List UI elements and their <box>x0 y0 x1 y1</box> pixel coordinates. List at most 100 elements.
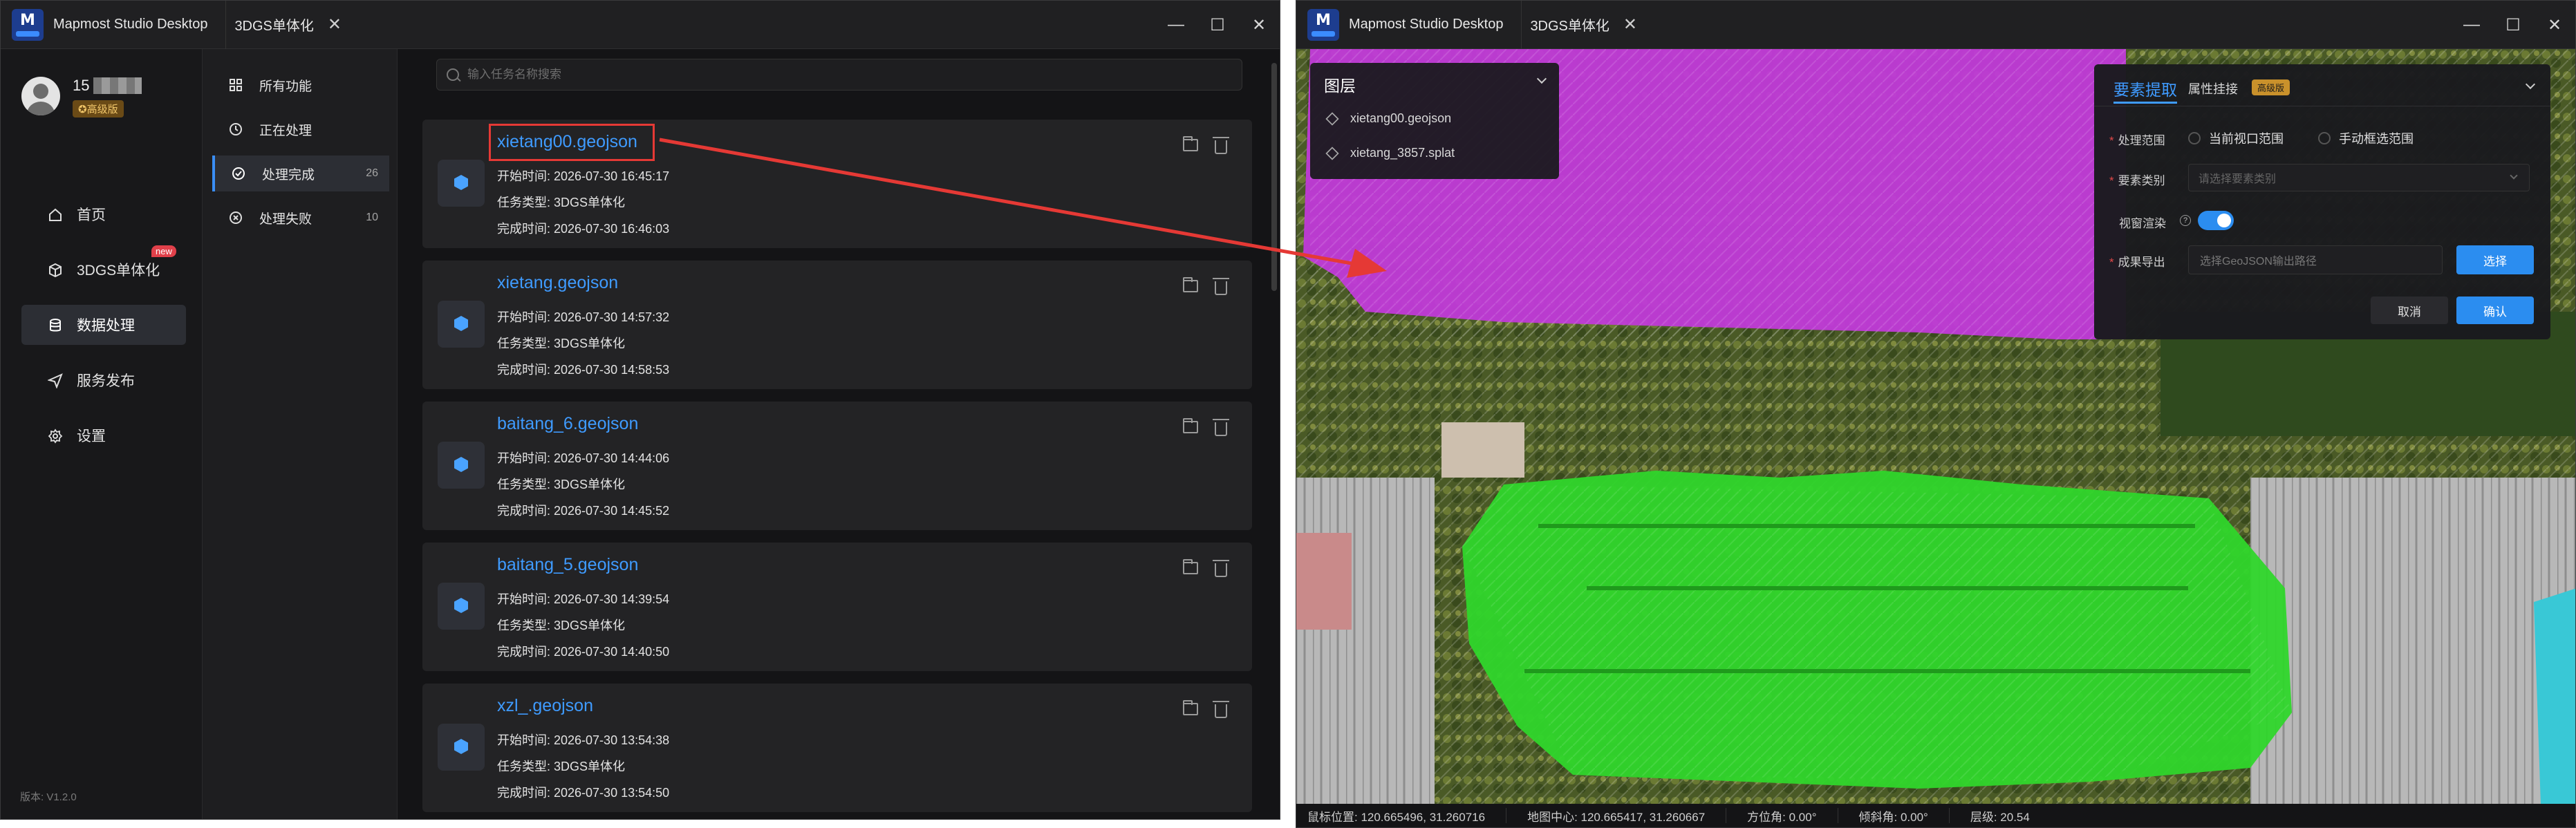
cancel-button[interactable]: 取消 <box>2371 297 2448 324</box>
task-name[interactable]: xietang00.geojson <box>497 132 637 152</box>
task-type: 任务类型: 3DGS单体化 <box>497 337 626 350</box>
layer-cube-icon <box>1325 146 1339 160</box>
sidebar-item-settings[interactable]: 设置 <box>21 415 186 455</box>
x-circle-icon <box>230 211 242 224</box>
tab-close-icon[interactable]: ✕ <box>328 15 342 35</box>
filter-completed[interactable]: 处理完成 26 <box>212 156 389 191</box>
folder-icon[interactable] <box>1183 136 1198 151</box>
redacted-mask <box>93 77 142 94</box>
task-end-time: 完成时间: 2026-07-30 13:54:50 <box>497 786 670 800</box>
map-viewport[interactable]: 图层 xietang00.geojson xietang_3857.splat … <box>1296 49 2575 804</box>
filter-label: 处理完成 <box>262 167 315 182</box>
category-select[interactable]: 请选择要素类别 <box>2188 164 2530 191</box>
premium-badge: ✪高级版 <box>73 100 124 117</box>
search-box[interactable] <box>436 59 1242 91</box>
range-label: * 处理范围 <box>2109 131 2165 148</box>
minimize-button[interactable]: — <box>2451 15 2492 35</box>
left-window: Mapmost Studio Desktop 3DGS单体化 ✕ — ☐ ✕ 1… <box>0 0 1280 820</box>
gear-icon <box>48 429 63 444</box>
clock-icon <box>230 123 242 135</box>
task-card[interactable]: xietang00.geojson 开始时间: 2026-07-30 16:45… <box>422 120 1252 248</box>
task-cube-icon <box>438 160 485 207</box>
layer-item[interactable]: xietang_3857.splat <box>1325 146 1455 160</box>
task-card[interactable]: baitang_6.geojson 开始时间: 2026-07-30 14:44… <box>422 402 1252 530</box>
trash-icon[interactable] <box>1213 137 1229 154</box>
task-cube-icon <box>438 301 485 348</box>
close-button[interactable]: ✕ <box>2534 15 2575 35</box>
task-start-time: 开始时间: 2026-07-30 14:57:32 <box>497 310 670 324</box>
layer-panel-title: 图层 <box>1324 77 1356 95</box>
trash-icon[interactable] <box>1213 278 1229 295</box>
search-icon <box>447 68 459 81</box>
maximize-button[interactable]: ☐ <box>1197 15 1238 35</box>
filter-processing[interactable]: 正在处理 <box>212 111 389 147</box>
close-button[interactable]: ✕ <box>1238 15 1280 35</box>
task-card[interactable]: xietang.geojson 开始时间: 2026-07-30 14:57:3… <box>422 261 1252 389</box>
scrollbar[interactable] <box>1271 63 1277 291</box>
choose-path-button[interactable]: 选择 <box>2456 245 2534 274</box>
title-bar: Mapmost Studio Desktop 3DGS单体化 ✕ — ☐ ✕ <box>1296 1 2575 49</box>
export-path-input[interactable]: 选择GeoJSON输出路径 <box>2188 245 2443 274</box>
new-badge: new <box>151 245 176 257</box>
tab-close-icon[interactable]: ✕ <box>1623 15 1637 35</box>
layer-item[interactable]: xietang00.geojson <box>1325 111 1452 126</box>
help-icon[interactable]: ? <box>2180 215 2191 226</box>
user-profile[interactable]: 15 ✪高级版 <box>21 77 142 117</box>
viewport-render-label: 视窗渲染 <box>2119 217 2166 230</box>
radio-current-viewport[interactable]: 当前视口范围 <box>2188 129 2284 147</box>
trash-icon[interactable] <box>1213 701 1229 718</box>
task-actions <box>1183 418 1229 436</box>
layer-name: xietang_3857.splat <box>1350 146 1455 160</box>
home-icon <box>49 208 62 221</box>
viewport-render-toggle[interactable] <box>2198 211 2234 230</box>
nav-label: 设置 <box>77 429 106 444</box>
nav-label: 首页 <box>77 207 106 223</box>
radio-manual-select[interactable]: 手动框选范围 <box>2318 129 2414 147</box>
task-cube-icon <box>438 583 485 630</box>
trash-icon[interactable] <box>1213 560 1229 577</box>
category-label: * 要素类别 <box>2109 171 2165 188</box>
task-type: 任务类型: 3DGS单体化 <box>497 478 626 491</box>
confirm-button[interactable]: 确认 <box>2456 297 2534 324</box>
user-name: 15 <box>73 77 142 95</box>
tab-3dgs[interactable]: 3DGS单体化 ✕ <box>225 1 350 49</box>
chevron-down-icon[interactable] <box>1536 73 1547 84</box>
task-start-time: 开始时间: 2026-07-30 13:54:38 <box>497 733 670 747</box>
window-controls: — ☐ ✕ <box>2451 1 2575 49</box>
folder-icon[interactable] <box>1183 700 1198 715</box>
filter-all[interactable]: 所有功能 <box>212 67 389 103</box>
filter-failed[interactable]: 处理失败 10 <box>212 200 389 236</box>
layer-name: xietang00.geojson <box>1350 111 1452 125</box>
sidebar-item-3dgs[interactable]: 3DGS单体化 new <box>21 245 186 290</box>
task-card[interactable]: xzl_.geojson 开始时间: 2026-07-30 13:54:38 任… <box>422 684 1252 812</box>
folder-icon[interactable] <box>1183 277 1198 292</box>
tab-3dgs[interactable]: 3DGS单体化 ✕ <box>1521 1 1645 49</box>
tab-attribute-attach[interactable]: 属性挂接 <box>2188 79 2238 97</box>
folder-icon[interactable] <box>1183 418 1198 433</box>
task-name[interactable]: baitang_6.geojson <box>497 414 638 434</box>
export-label-text: 成果导出 <box>2118 256 2165 269</box>
user-info: 15 ✪高级版 <box>73 77 142 117</box>
send-icon <box>48 373 63 388</box>
zoom-level: 层级: 20.54 <box>1970 810 2030 824</box>
folder-icon[interactable] <box>1183 559 1198 574</box>
search-input[interactable] <box>467 68 1159 82</box>
task-name[interactable]: xietang.geojson <box>497 273 618 293</box>
bearing: 方位角: 0.00° <box>1726 808 1838 824</box>
tab-feature-extraction[interactable]: 要素提取 <box>2113 77 2177 100</box>
nav-label: 服务发布 <box>77 373 135 389</box>
filter-label: 处理失败 <box>259 211 312 227</box>
sidebar-item-publish[interactable]: 服务发布 <box>21 360 186 400</box>
task-start-time: 开始时间: 2026-07-30 16:45:17 <box>497 169 670 183</box>
maximize-button[interactable]: ☐ <box>2492 15 2534 35</box>
sidebar-item-data-processing[interactable]: 数据处理 <box>21 305 186 345</box>
task-card[interactable]: baitang_5.geojson 开始时间: 2026-07-30 14:39… <box>422 543 1252 671</box>
chevron-down-icon[interactable] <box>2525 79 2536 90</box>
trash-icon[interactable] <box>1213 419 1229 436</box>
minimize-button[interactable]: — <box>1155 15 1197 35</box>
task-name[interactable]: baitang_5.geojson <box>497 555 638 575</box>
sidebar-item-home[interactable]: 首页 <box>21 194 186 234</box>
task-name[interactable]: xzl_.geojson <box>497 696 593 716</box>
radio-label: 手动框选范围 <box>2339 132 2414 146</box>
radio-label: 当前视口范围 <box>2209 132 2284 146</box>
